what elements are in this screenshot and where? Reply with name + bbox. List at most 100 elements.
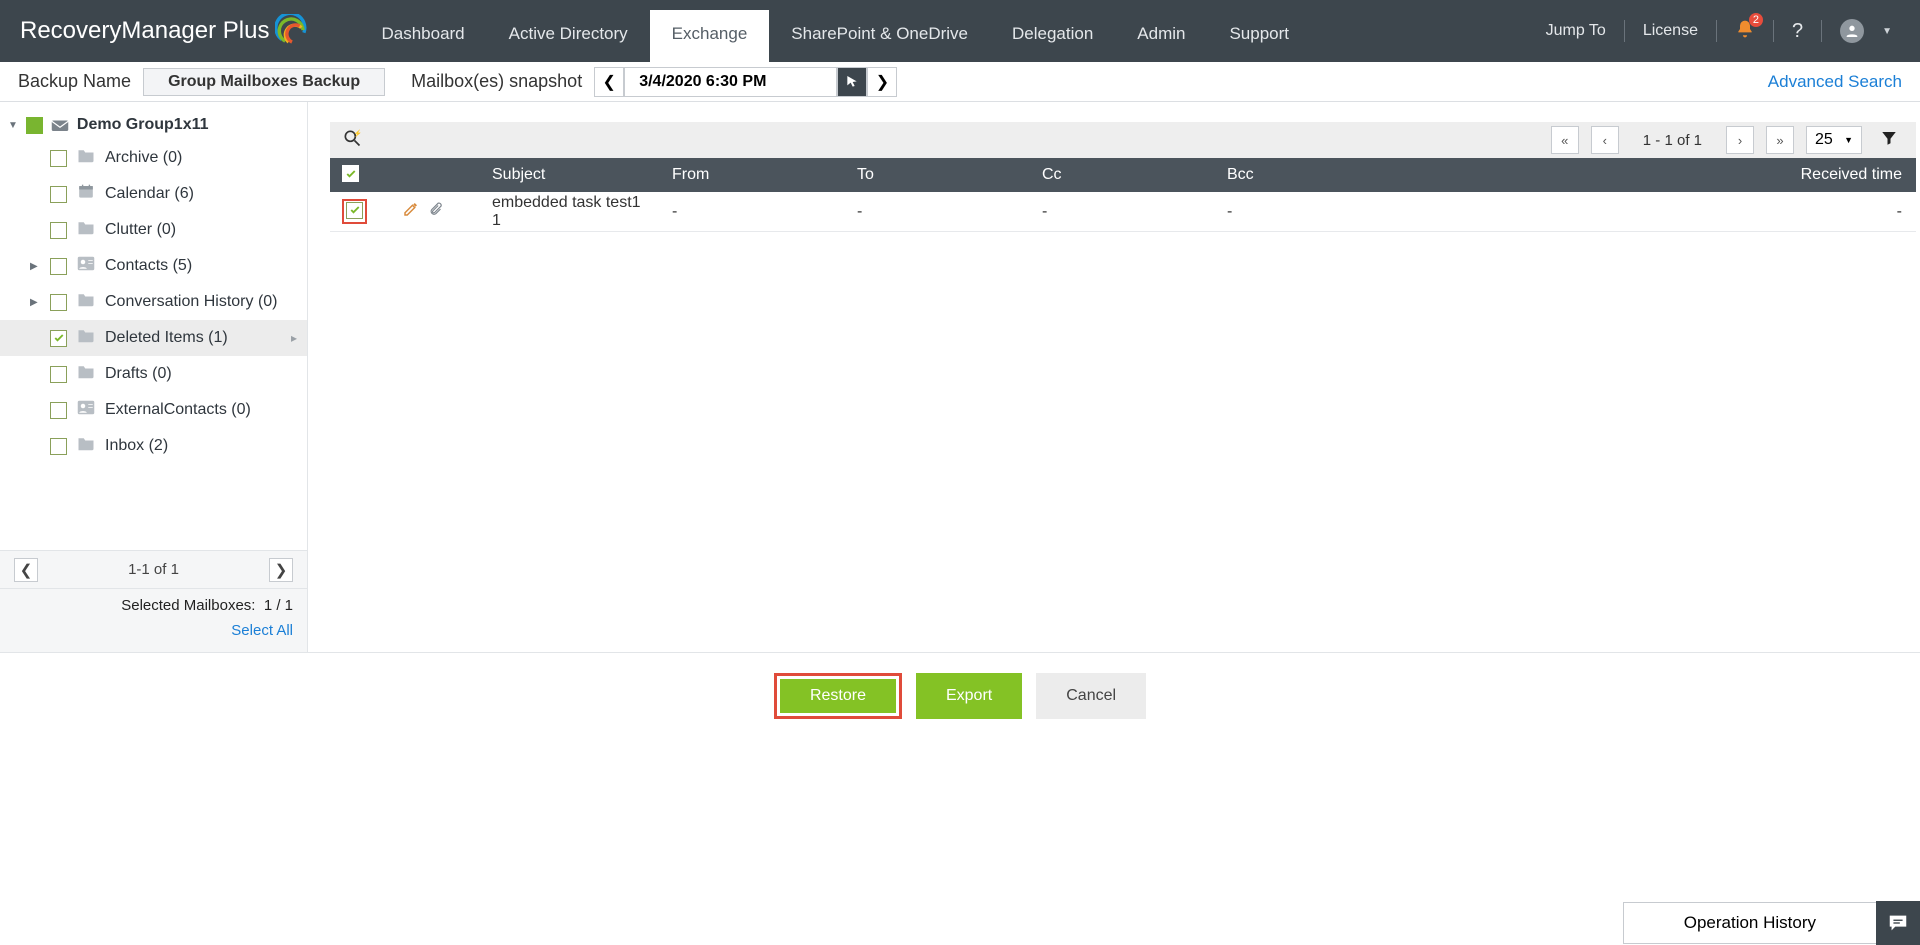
- chevron-right-icon: ❯: [275, 561, 288, 579]
- tab-delegation[interactable]: Delegation: [990, 10, 1115, 62]
- tab-active-directory[interactable]: Active Directory: [487, 10, 650, 62]
- folder-row[interactable]: Archive (0): [0, 140, 307, 176]
- snapshot-date-field[interactable]: 3/4/2020 6:30 PM: [624, 67, 837, 97]
- folder-row[interactable]: Calendar (6): [0, 176, 307, 212]
- column-to[interactable]: To: [845, 166, 1030, 184]
- folder-label: Conversation History (0): [105, 293, 278, 311]
- folder-checkbox[interactable]: [50, 258, 67, 275]
- tree-root[interactable]: ▼ Demo Group1x11: [0, 110, 307, 140]
- chat-button[interactable]: [1876, 901, 1920, 945]
- chevron-left-icon: ❮: [603, 72, 616, 92]
- folder-row[interactable]: Deleted Items (1): [0, 320, 307, 356]
- tab-support[interactable]: Support: [1207, 10, 1311, 62]
- operation-history-bar: Operation History: [1623, 901, 1920, 945]
- backup-name-label: Backup Name: [18, 71, 131, 92]
- notifications-badge: 2: [1749, 13, 1763, 27]
- tab-admin[interactable]: Admin: [1115, 10, 1207, 62]
- mailbox-next-button[interactable]: ❯: [269, 558, 293, 582]
- folder-row[interactable]: ExternalContacts (0): [0, 392, 307, 428]
- tab-sharepoint-onedrive[interactable]: SharePoint & OneDrive: [769, 10, 990, 62]
- cursor-icon: [844, 74, 860, 90]
- folder-checkbox[interactable]: [50, 330, 67, 347]
- folder-checkbox[interactable]: [50, 402, 67, 419]
- folder-label: Archive (0): [105, 149, 182, 167]
- calendar-icon: [77, 184, 95, 204]
- backup-name-select[interactable]: Group Mailboxes Backup: [143, 68, 385, 96]
- column-bcc[interactable]: Bcc: [1215, 166, 1400, 184]
- folder-row[interactable]: ▶Contacts (5): [0, 248, 307, 284]
- folder-label: Clutter (0): [105, 221, 176, 239]
- attachment-icon: [430, 200, 444, 223]
- restore-highlight: Restore: [774, 673, 902, 719]
- edit-icon[interactable]: [402, 200, 420, 223]
- filter-button[interactable]: [1874, 129, 1904, 152]
- column-subject[interactable]: Subject: [480, 166, 660, 184]
- folder-checkbox[interactable]: [50, 150, 67, 167]
- grid-header: Subject From To Cc Bcc Received time: [330, 158, 1916, 192]
- jump-to-link[interactable]: Jump To: [1546, 22, 1606, 40]
- caret-down-icon: ▼: [1844, 135, 1853, 145]
- folder-checkbox[interactable]: [50, 366, 67, 383]
- tab-exchange[interactable]: Exchange: [650, 10, 770, 62]
- page-last-button[interactable]: »: [1766, 126, 1794, 154]
- cancel-button[interactable]: Cancel: [1036, 673, 1146, 719]
- cell-cc: -: [1030, 203, 1215, 221]
- column-received[interactable]: Received time: [1400, 166, 1916, 184]
- mailbox-range-label: 1-1 of 1: [128, 561, 179, 578]
- select-all-link[interactable]: Select All: [231, 622, 293, 639]
- expand-icon[interactable]: ▶: [30, 261, 38, 272]
- double-chevron-left-icon: «: [1561, 133, 1568, 148]
- mailbox-footer: Selected Mailboxes: 1 / 1 Select All: [0, 588, 307, 652]
- double-chevron-right-icon: »: [1776, 133, 1783, 148]
- page-first-button[interactable]: «: [1551, 126, 1579, 154]
- collapse-icon[interactable]: ▼: [8, 120, 18, 131]
- mailbox-prev-button[interactable]: ❮: [14, 558, 38, 582]
- folder-row[interactable]: Clutter (0): [0, 212, 307, 248]
- folder-checkbox[interactable]: [50, 222, 67, 239]
- folder-row[interactable]: Inbox (2): [0, 428, 307, 464]
- selected-mailboxes-count: 1 / 1: [264, 597, 293, 614]
- user-avatar[interactable]: [1840, 19, 1864, 43]
- column-cc[interactable]: Cc: [1030, 166, 1215, 184]
- mail-grid-panel: ⚡ « ‹ 1 - 1 of 1 › » 25▼ Subject From To…: [308, 102, 1920, 652]
- advanced-search-link[interactable]: Advanced Search: [1768, 72, 1902, 92]
- help-link[interactable]: ?: [1792, 20, 1803, 43]
- folder-checkbox[interactable]: [50, 186, 67, 203]
- chat-icon: [1887, 912, 1909, 934]
- snapshot-refresh-button[interactable]: [837, 67, 867, 97]
- contact-icon: [77, 256, 95, 276]
- chevron-right-icon: ›: [1738, 133, 1742, 148]
- snapshot-next-button[interactable]: ❯: [867, 67, 897, 97]
- notifications-button[interactable]: 2: [1735, 19, 1755, 44]
- snapshot-prev-button[interactable]: ❮: [594, 67, 624, 97]
- page-next-button[interactable]: ›: [1726, 126, 1754, 154]
- search-button[interactable]: ⚡: [342, 128, 362, 153]
- snapshot-picker: ❮ 3/4/2020 6:30 PM ❯: [594, 67, 897, 97]
- page-size-select[interactable]: 25▼: [1806, 126, 1862, 154]
- tab-dashboard[interactable]: Dashboard: [359, 10, 486, 62]
- expand-icon[interactable]: ▶: [30, 297, 38, 308]
- folder-label: Deleted Items (1): [105, 329, 228, 347]
- top-bar: RecoveryManager Plus Dashboard Active Di…: [0, 0, 1920, 62]
- restore-button[interactable]: Restore: [780, 679, 896, 713]
- operation-history-button[interactable]: Operation History: [1623, 902, 1876, 944]
- user-menu-caret-icon[interactable]: ▼: [1882, 26, 1892, 37]
- app-logo: RecoveryManager Plus: [20, 0, 359, 62]
- folder-checkbox[interactable]: [50, 294, 67, 311]
- column-from[interactable]: From: [660, 166, 845, 184]
- folder-row[interactable]: ▶ Conversation History (0): [0, 284, 307, 320]
- mail-row[interactable]: embedded task test1 1-----: [330, 192, 1916, 232]
- folder-checkbox[interactable]: [50, 438, 67, 455]
- export-button[interactable]: Export: [916, 673, 1022, 719]
- selected-mailboxes-label: Selected Mailboxes:: [121, 597, 255, 614]
- filter-icon: [1880, 129, 1898, 147]
- select-all-checkbox[interactable]: [342, 165, 359, 182]
- snapshot-label: Mailbox(es) snapshot: [411, 71, 582, 92]
- row-checkbox[interactable]: [346, 202, 363, 219]
- folder-row[interactable]: Drafts (0): [0, 356, 307, 392]
- folder-icon: [77, 436, 95, 456]
- folder-icon: [77, 328, 95, 348]
- tree-root-checkbox[interactable]: [26, 117, 43, 134]
- page-prev-button[interactable]: ‹: [1591, 126, 1619, 154]
- license-link[interactable]: License: [1643, 22, 1698, 40]
